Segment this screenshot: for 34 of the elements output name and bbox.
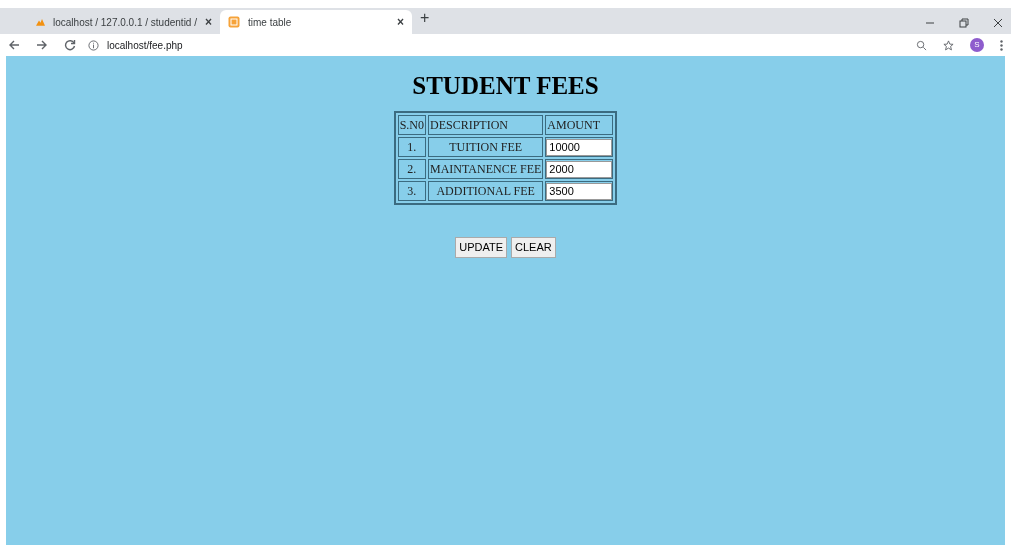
column-header: AMOUNT bbox=[545, 115, 614, 136]
tab-title: localhost / 127.0.0.1 / studentid / bbox=[53, 15, 197, 30]
info-icon[interactable] bbox=[88, 39, 99, 51]
star-icon[interactable] bbox=[943, 39, 954, 51]
close-icon[interactable] bbox=[993, 18, 1003, 28]
calendar-icon bbox=[228, 16, 240, 28]
table-cell: 3. bbox=[397, 181, 426, 202]
amount-field[interactable]: 2000 bbox=[546, 160, 613, 178]
table-cell: 1. bbox=[397, 137, 426, 158]
favicon-icon bbox=[36, 17, 45, 27]
form-button[interactable]: CLEAR bbox=[511, 237, 556, 258]
close-icon[interactable]: × bbox=[397, 13, 404, 31]
browser-tab[interactable]: time table × bbox=[220, 10, 412, 34]
form-button[interactable]: UPDATE bbox=[455, 237, 508, 258]
address-field[interactable]: localhost/fee.php bbox=[107, 37, 183, 53]
restore-icon[interactable] bbox=[959, 18, 969, 28]
profile-avatar[interactable]: S bbox=[970, 38, 984, 52]
table-cell: 2. bbox=[397, 159, 426, 180]
column-header: S.N0 bbox=[397, 115, 426, 136]
column-header: DESCRIPTION bbox=[428, 115, 544, 136]
forward-icon[interactable] bbox=[36, 39, 48, 51]
page-heading: STUDENT FEES bbox=[412, 71, 599, 101]
table-cell: ADDITIONAL FEE bbox=[428, 181, 544, 202]
close-icon[interactable]: × bbox=[205, 13, 212, 31]
reload-icon[interactable] bbox=[64, 39, 76, 51]
new-tab-button[interactable]: + bbox=[420, 6, 430, 30]
tab-title: time table bbox=[248, 15, 293, 30]
table-cell: TUITION FEE bbox=[428, 137, 544, 158]
menu-icon[interactable] bbox=[1000, 39, 1003, 51]
amount-field[interactable]: 10000 bbox=[546, 138, 613, 156]
table-cell: MAINTANENCE FEE bbox=[428, 159, 544, 180]
back-icon[interactable] bbox=[8, 39, 20, 51]
zoom-icon[interactable] bbox=[916, 39, 927, 51]
amount-field[interactable]: 3500 bbox=[546, 182, 613, 200]
